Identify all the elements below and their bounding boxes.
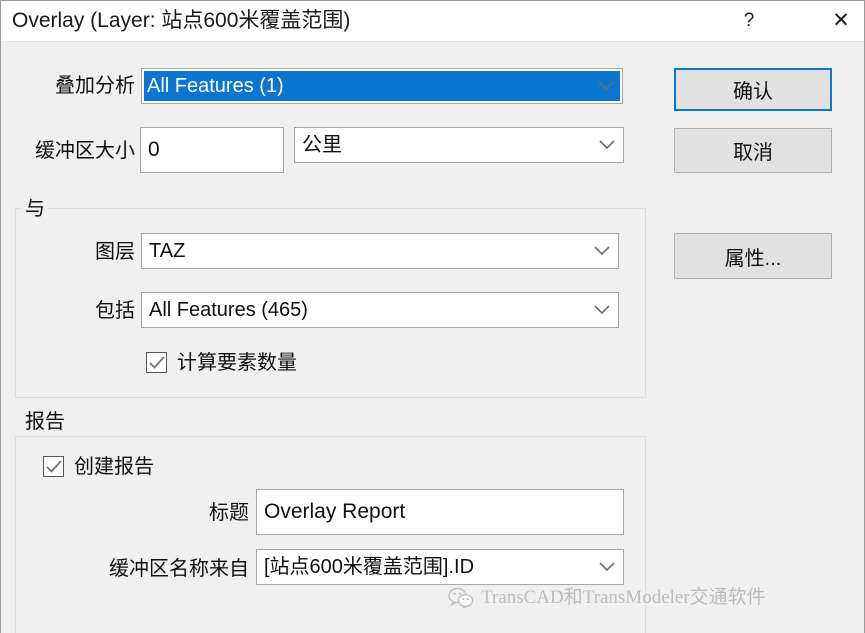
report-group-title: 报告	[21, 410, 69, 434]
overlay-analysis-combo[interactable]: All Features (1)	[141, 68, 623, 104]
include-label: 包括	[95, 300, 135, 322]
buffer-name-value: [站点600米覆盖范围].ID	[264, 556, 475, 578]
buffer-name-label: 缓冲区名称来自	[109, 558, 249, 580]
create-report-label: 创建报告	[74, 456, 154, 478]
count-features-checkbox[interactable]: 计算要素数量	[146, 350, 446, 378]
chevron-down-icon[interactable]	[585, 293, 618, 327]
buffer-name-combo[interactable]: [站点600米覆盖范围].ID	[256, 549, 624, 585]
layer-combo[interactable]: TAZ	[141, 233, 619, 269]
buffer-size-label: 缓冲区大小	[35, 140, 135, 162]
close-icon[interactable]: ✕	[818, 1, 864, 40]
chevron-down-icon[interactable]	[590, 550, 623, 584]
buffer-unit-combo[interactable]: 公里	[294, 127, 624, 163]
with-group-title: 与	[21, 197, 49, 221]
ok-button[interactable]: 确认	[674, 68, 832, 111]
cancel-button[interactable]: 取消	[674, 128, 832, 173]
layer-value: TAZ	[149, 240, 186, 262]
buffer-size-input[interactable]: 0	[140, 127, 284, 173]
buffer-size-value: 0	[148, 138, 160, 161]
include-value: All Features (465)	[149, 299, 308, 321]
overlay-analysis-value: All Features (1)	[144, 71, 620, 101]
check-icon	[149, 356, 165, 369]
create-report-checkbox[interactable]: 创建报告	[43, 454, 343, 482]
attributes-button[interactable]: 属性...	[674, 233, 832, 279]
overlay-analysis-label: 叠加分析	[55, 75, 135, 97]
report-title-input[interactable]: Overlay Report	[256, 489, 624, 535]
chevron-down-icon[interactable]	[589, 69, 622, 103]
report-title-value: Overlay Report	[264, 500, 406, 523]
chevron-down-icon[interactable]	[585, 234, 618, 268]
checkbox-box[interactable]	[146, 352, 167, 373]
report-title-label: 标题	[209, 502, 249, 524]
check-icon	[46, 460, 62, 473]
layer-label: 图层	[95, 241, 135, 263]
checkbox-box[interactable]	[43, 456, 64, 477]
overlay-dialog: Overlay (Layer: 站点600米覆盖范围) ? ✕ 叠加分析 All…	[0, 0, 865, 633]
count-features-label: 计算要素数量	[177, 352, 297, 374]
help-icon[interactable]: ?	[726, 1, 772, 40]
title-bar: Overlay (Layer: 站点600米覆盖范围) ? ✕	[1, 1, 864, 42]
buffer-unit-value: 公里	[302, 134, 342, 156]
chevron-down-icon[interactable]	[590, 128, 623, 162]
include-combo[interactable]: All Features (465)	[141, 292, 619, 328]
window-title: Overlay (Layer: 站点600米覆盖范围)	[12, 9, 351, 32]
